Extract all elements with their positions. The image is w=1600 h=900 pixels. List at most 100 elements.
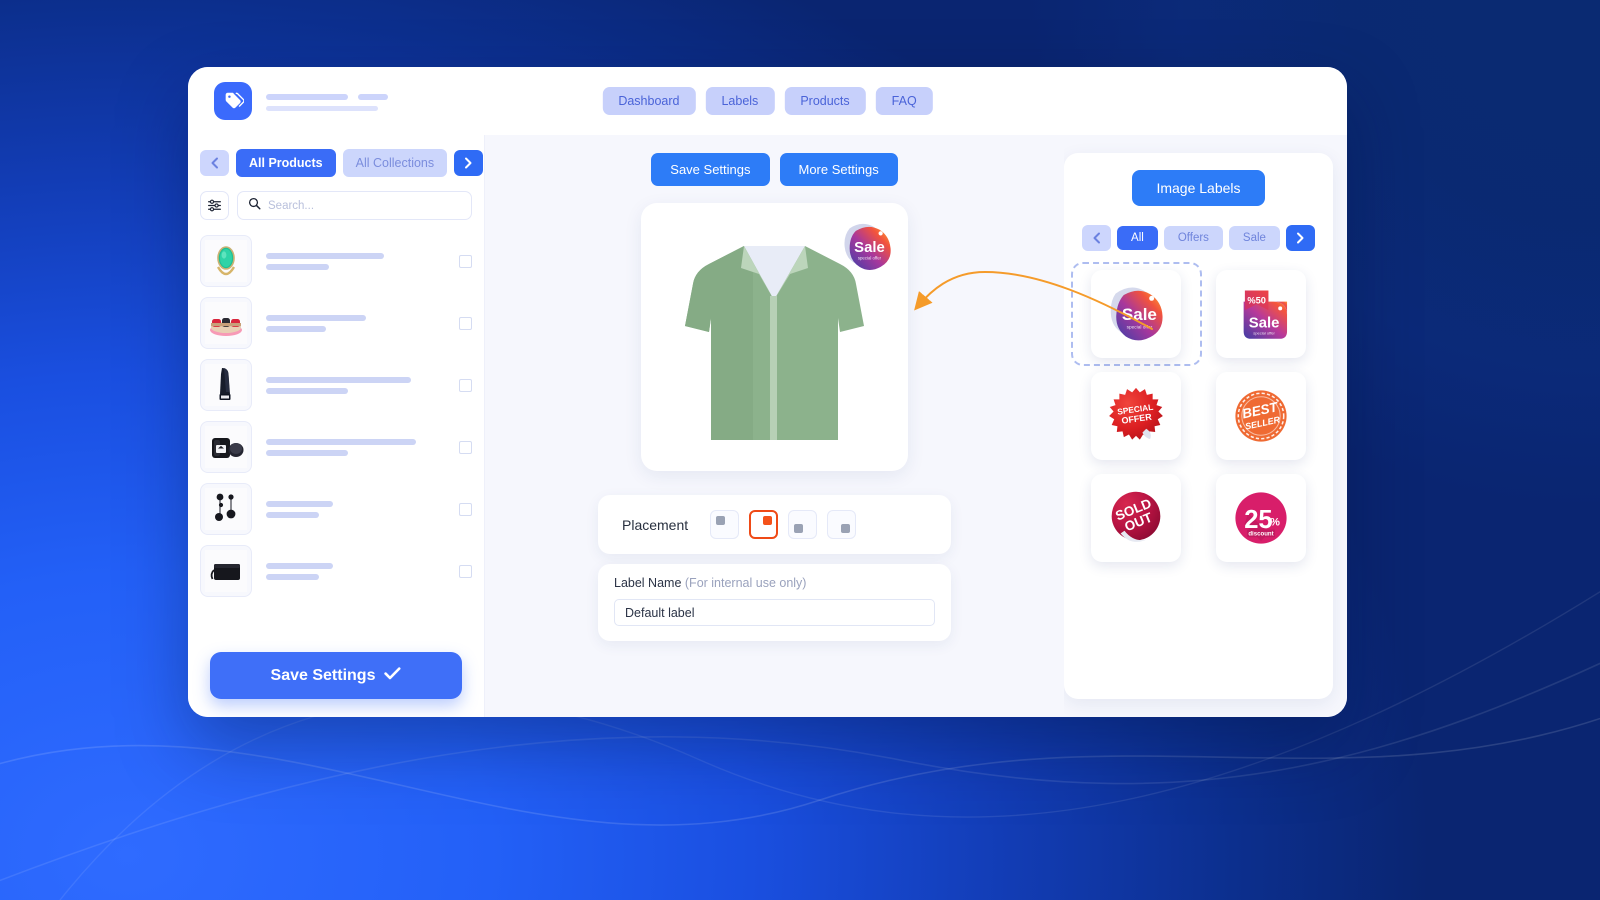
sidebar-tab-bar: All Products All Collections — [200, 149, 484, 177]
list-item[interactable] — [200, 230, 472, 292]
product-thumbnail — [200, 359, 252, 411]
discount-25-icon: 25 % discount — [1235, 492, 1287, 544]
chevron-right-icon[interactable] — [1285, 225, 1315, 251]
search-row — [200, 191, 472, 220]
placeholder-line — [266, 325, 326, 332]
placeholder-line — [266, 252, 384, 259]
label-name-input[interactable] — [614, 599, 935, 626]
chevron-left-icon[interactable] — [200, 150, 229, 176]
list-item-checkbox[interactable] — [459, 502, 472, 516]
save-settings-label: Save Settings — [270, 666, 376, 684]
svg-text:Sale: Sale — [1122, 305, 1157, 324]
brand-line-3 — [266, 105, 378, 111]
list-item[interactable] — [200, 478, 472, 540]
list-item-checkbox[interactable] — [459, 316, 472, 330]
placement-dot — [794, 524, 804, 533]
placement-label: Placement — [622, 516, 689, 533]
price-tag-icon — [214, 82, 252, 120]
list-item[interactable] — [200, 354, 472, 416]
svg-text:special offer: special offer — [858, 255, 882, 260]
nav-tab-dashboard[interactable]: Dashboard — [602, 87, 696, 115]
placeholder-line — [266, 314, 366, 321]
sidebar-tab-all-collections[interactable]: All Collections — [342, 149, 448, 177]
product-thumbnail — [200, 297, 252, 349]
product-preview-card[interactable]: Sale special offer — [641, 203, 908, 471]
placement-dot — [841, 524, 851, 533]
save-settings-button[interactable]: Save Settings — [210, 652, 462, 699]
list-item-placeholder — [266, 252, 445, 270]
nav-tab-labels[interactable]: Labels — [705, 87, 775, 115]
svg-text:Sale: Sale — [854, 240, 885, 256]
product-thumbnail — [200, 545, 252, 597]
sticker-slot-discount-25: 25 % discount — [1207, 474, 1316, 562]
image-labels-title[interactable]: Image Labels — [1132, 170, 1265, 206]
placeholder-line — [266, 500, 333, 507]
placeholder-line — [266, 376, 411, 383]
sticker-slot-best-seller: BEST SELLER — [1207, 372, 1316, 460]
placement-option-bottom-right[interactable] — [827, 510, 857, 539]
list-item[interactable] — [200, 540, 472, 602]
placeholder-line — [266, 449, 348, 456]
label-name-title: Label Name (For internal use only) — [614, 576, 935, 590]
label-name-card: Label Name (For internal use only) — [598, 564, 951, 641]
svg-text:special offer: special offer — [1253, 330, 1275, 335]
search-input[interactable] — [268, 199, 461, 212]
sliders-icon[interactable] — [200, 191, 229, 220]
placement-option-top-left[interactable] — [710, 510, 740, 539]
sidebar-tab-all-products[interactable]: All Products — [236, 149, 336, 177]
sticker-sold-out-sticker[interactable]: SOLD OUT — [1091, 474, 1182, 562]
product-sidebar: All Products All Collections Search... S… — [188, 135, 485, 717]
svg-text:discount: discount — [1248, 531, 1273, 538]
nav-tab-products[interactable]: Products — [784, 87, 866, 115]
label-filter-sale[interactable]: Sale — [1228, 226, 1280, 250]
top-navigation: Dashboard Labels Products FAQ — [602, 87, 933, 115]
sticker-best-seller-stamp-sticker[interactable]: BEST SELLER — [1215, 372, 1306, 460]
placeholder-line — [266, 562, 333, 569]
save-settings-button-top[interactable]: Save Settings — [651, 153, 770, 186]
list-item-checkbox[interactable] — [459, 440, 472, 454]
sticker-slot-sale-50: %50 Sale special offer — [1207, 270, 1316, 358]
placement-option-top-right[interactable] — [749, 510, 779, 539]
list-item[interactable] — [200, 416, 472, 478]
search-box[interactable] — [237, 191, 472, 220]
sticker-slot-special-offer: SPECIAL OFFER — [1082, 372, 1191, 460]
search-icon — [248, 197, 261, 215]
check-icon — [384, 666, 401, 685]
list-item-checkbox[interactable] — [459, 254, 472, 268]
sale-blob-icon: Sale special offer — [1111, 287, 1163, 341]
list-item-checkbox[interactable] — [459, 378, 472, 392]
placement-option-bottom-left[interactable] — [788, 510, 818, 539]
product-thumbnail — [200, 483, 252, 535]
sold-out-icon: SOLD OUT — [1111, 491, 1161, 542]
sticker-sale-blob-sticker[interactable]: Sale special offer — [1091, 270, 1182, 358]
placement-card: Placement — [598, 495, 951, 554]
list-item-checkbox[interactable] — [459, 564, 472, 578]
app-body: All Products All Collections Search... S… — [188, 135, 1347, 717]
placement-options — [710, 510, 857, 539]
placement-dot — [716, 516, 726, 525]
label-filter-offers[interactable]: Offers — [1163, 226, 1223, 250]
brand-placeholder-lines — [266, 92, 388, 111]
more-settings-button[interactable]: More Settings — [779, 153, 898, 186]
sticker-discount-25-sticker[interactable]: 25 % discount — [1215, 474, 1306, 562]
list-item-placeholder — [266, 314, 445, 332]
nav-tab-faq[interactable]: FAQ — [875, 87, 933, 115]
placeholder-line — [266, 263, 329, 270]
list-item[interactable] — [200, 292, 472, 354]
sticker-slot-sold-out: SOLD OUT — [1082, 474, 1191, 562]
list-item-placeholder — [266, 562, 445, 580]
label-filter-row: All Offers Sale — [1082, 225, 1315, 251]
chevron-right-icon[interactable] — [454, 150, 484, 176]
product-thumbnail — [200, 235, 252, 287]
sticker-sale-50-tag-sticker[interactable]: %50 Sale special offer — [1215, 270, 1306, 358]
sticker-grid: Sale special offer %50 Sale special offe… — [1071, 262, 1319, 562]
applied-sale-sticker: Sale special offer — [844, 223, 891, 270]
label-filter-all[interactable]: All — [1117, 226, 1158, 250]
special-offer-burst-icon: SPECIAL OFFER — [1109, 387, 1164, 440]
sticker-special-offer-burst-sticker[interactable]: SPECIAL OFFER — [1091, 372, 1182, 460]
placement-dot — [763, 516, 773, 525]
chevron-left-icon[interactable] — [1082, 225, 1112, 251]
brand-line-1 — [266, 93, 348, 100]
app-header: Dashboard Labels Products FAQ — [188, 67, 1347, 135]
label-name-hint: (For internal use only) — [684, 576, 807, 590]
